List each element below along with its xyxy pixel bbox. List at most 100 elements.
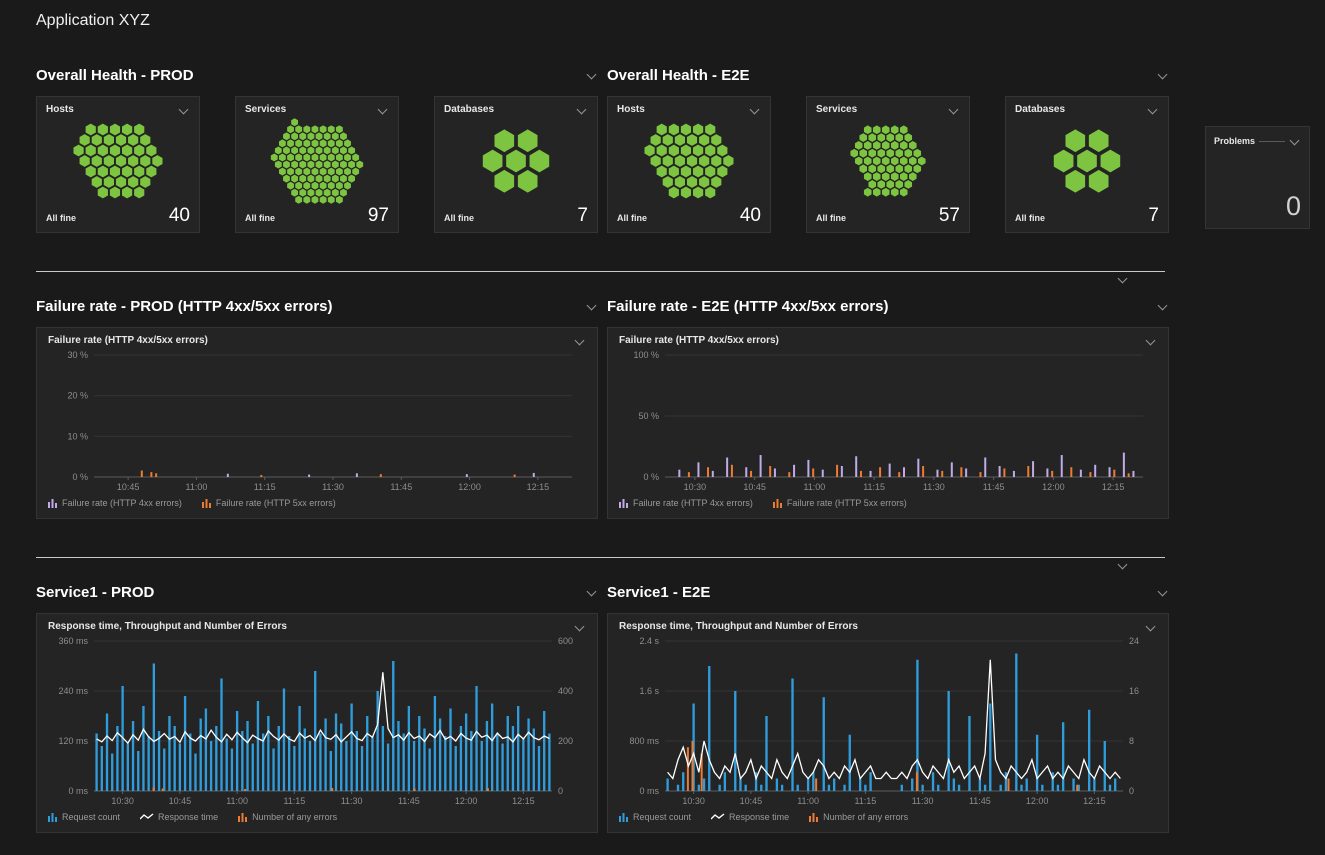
health-tile-databases-prod[interactable]: Databases All fine 7 bbox=[434, 96, 598, 233]
entity-count: 40 bbox=[740, 206, 761, 225]
chart-tile-service-prod[interactable]: Response time, Throughput and Number of … bbox=[36, 613, 598, 833]
service-row: Service1 - PROD Response time, Throughpu… bbox=[0, 581, 1325, 833]
svg-text:11:45: 11:45 bbox=[398, 796, 420, 806]
tile-title: Databases bbox=[444, 104, 494, 115]
tile-title: Databases bbox=[1015, 104, 1065, 115]
failure-row: Failure rate - PROD (HTTP 4xx/5xx errors… bbox=[0, 295, 1325, 519]
svg-text:400: 400 bbox=[558, 686, 573, 696]
entity-count: 40 bbox=[169, 206, 190, 225]
svg-text:11:00: 11:00 bbox=[803, 482, 825, 492]
chevron-down-icon[interactable] bbox=[574, 621, 586, 633]
health-tile-hosts-e2e[interactable]: Hosts All fine 40 bbox=[607, 96, 771, 233]
svg-text:11:30: 11:30 bbox=[322, 482, 344, 492]
chevron-down-icon[interactable] bbox=[586, 586, 598, 598]
health-tile-hosts-prod[interactable]: Hosts All fine 40 bbox=[36, 96, 200, 233]
svg-text:12:00: 12:00 bbox=[1042, 482, 1065, 492]
chevron-down-icon[interactable] bbox=[586, 300, 598, 312]
service-chart-e2e: 2.4 s241.6 s16800 ms80 ms010:3010:4511:0… bbox=[619, 633, 1157, 809]
svg-text:11:30: 11:30 bbox=[341, 796, 363, 806]
svg-text:12:00: 12:00 bbox=[458, 482, 481, 492]
svg-text:12:00: 12:00 bbox=[1026, 796, 1049, 806]
health-tile-databases-e2e[interactable]: Databases All fine 7 bbox=[1005, 96, 1169, 233]
svg-text:1.6 s: 1.6 s bbox=[639, 686, 659, 696]
honeycomb-databases bbox=[1015, 116, 1159, 206]
failure-rate-chart-e2e: 100 %50 %0 %10:3010:4511:0011:1511:3011:… bbox=[619, 347, 1157, 495]
chart-tile-failure-prod[interactable]: Failure rate (HTTP 4xx/5xx errors) 30 %2… bbox=[36, 327, 598, 519]
health-tile-services-prod[interactable]: Services All fine 97 bbox=[235, 96, 399, 233]
problems-divider bbox=[1259, 141, 1285, 142]
svg-text:360 ms: 360 ms bbox=[58, 636, 88, 646]
chevron-down-icon[interactable] bbox=[1157, 69, 1169, 81]
legend-item-4xx: Failure rate (HTTP 4xx errors) bbox=[619, 498, 753, 508]
chevron-down-icon[interactable] bbox=[1117, 273, 1129, 285]
legend-label: Number of any errors bbox=[823, 812, 908, 822]
legend-label: Request count bbox=[62, 812, 120, 822]
svg-text:11:00: 11:00 bbox=[185, 482, 207, 492]
entity-count: 7 bbox=[577, 206, 588, 225]
chevron-down-icon[interactable] bbox=[1157, 586, 1169, 598]
chevron-down-icon[interactable] bbox=[1147, 104, 1159, 116]
chevron-down-icon[interactable] bbox=[1289, 135, 1301, 147]
problems-label: Problems bbox=[1214, 136, 1255, 146]
section-divider bbox=[36, 271, 1289, 287]
honeycomb-services bbox=[245, 116, 389, 206]
svg-text:11:45: 11:45 bbox=[969, 796, 991, 806]
entity-count: 7 bbox=[1148, 206, 1159, 225]
svg-text:0 %: 0 % bbox=[72, 472, 88, 482]
svg-text:11:15: 11:15 bbox=[863, 482, 885, 492]
legend-label: Failure rate (HTTP 5xx errors) bbox=[787, 498, 907, 508]
svg-text:12:15: 12:15 bbox=[527, 482, 550, 492]
svg-text:11:00: 11:00 bbox=[797, 796, 819, 806]
svg-text:0 %: 0 % bbox=[643, 472, 659, 482]
chart-legend: Failure rate (HTTP 4xx errors) Failure r… bbox=[619, 495, 1157, 511]
svg-text:2.4 s: 2.4 s bbox=[639, 636, 659, 646]
chart-tile-service-e2e[interactable]: Response time, Throughput and Number of … bbox=[607, 613, 1169, 833]
section-title-service-prod: Service1 - PROD bbox=[36, 584, 154, 601]
svg-text:11:15: 11:15 bbox=[283, 796, 305, 806]
entity-count: 57 bbox=[939, 206, 960, 225]
legend-item-5xx: Failure rate (HTTP 5xx errors) bbox=[773, 498, 907, 508]
problems-section: Problems 0 bbox=[1205, 64, 1310, 233]
svg-text:12:15: 12:15 bbox=[1102, 482, 1125, 492]
chart-tile-failure-e2e[interactable]: Failure rate (HTTP 4xx/5xx errors) 100 %… bbox=[607, 327, 1169, 519]
chevron-down-icon[interactable] bbox=[1145, 335, 1157, 347]
chart-legend: Failure rate (HTTP 4xx errors) Failure r… bbox=[48, 495, 586, 511]
chevron-down-icon[interactable] bbox=[749, 104, 761, 116]
svg-text:50 %: 50 % bbox=[638, 411, 659, 421]
svg-text:11:30: 11:30 bbox=[912, 796, 934, 806]
chevron-down-icon[interactable] bbox=[948, 104, 960, 116]
legend-item-errors: Number of any errors bbox=[809, 812, 908, 822]
health-tile-services-e2e[interactable]: Services All fine 57 bbox=[806, 96, 970, 233]
problems-tile[interactable]: Problems 0 bbox=[1205, 126, 1310, 229]
svg-text:240 ms: 240 ms bbox=[58, 686, 88, 696]
svg-text:11:45: 11:45 bbox=[983, 482, 1005, 492]
tile-title: Services bbox=[816, 104, 857, 115]
tile-title: Hosts bbox=[46, 104, 74, 115]
svg-text:11:15: 11:15 bbox=[854, 796, 876, 806]
chevron-down-icon[interactable] bbox=[586, 69, 598, 81]
chevron-down-icon[interactable] bbox=[1157, 300, 1169, 312]
chevron-down-icon[interactable] bbox=[574, 335, 586, 347]
bars-icon bbox=[809, 812, 819, 822]
honeycomb-services bbox=[816, 116, 960, 206]
chart-title: Failure rate (HTTP 4xx/5xx errors) bbox=[48, 335, 208, 346]
chevron-down-icon[interactable] bbox=[377, 104, 389, 116]
divider-line bbox=[36, 271, 1165, 272]
problems-count: 0 bbox=[1214, 193, 1301, 220]
line-icon bbox=[711, 812, 725, 822]
chart-title: Response time, Throughput and Number of … bbox=[619, 621, 858, 632]
failure-rate-chart-prod: 30 %20 %10 %0 %10:4511:0011:1511:3011:45… bbox=[48, 347, 586, 495]
chevron-down-icon[interactable] bbox=[576, 104, 588, 116]
chevron-down-icon[interactable] bbox=[1145, 621, 1157, 633]
chevron-down-icon[interactable] bbox=[178, 104, 190, 116]
svg-text:10:30: 10:30 bbox=[684, 482, 707, 492]
status-label: All fine bbox=[816, 213, 846, 225]
svg-text:0 ms: 0 ms bbox=[639, 786, 659, 796]
svg-text:11:30: 11:30 bbox=[923, 482, 945, 492]
chevron-down-icon[interactable] bbox=[1117, 559, 1129, 571]
divider-line bbox=[36, 557, 1165, 558]
status-label: All fine bbox=[444, 213, 474, 225]
legend-item-requests: Request count bbox=[48, 812, 120, 822]
bars-icon bbox=[238, 812, 248, 822]
tile-title: Services bbox=[245, 104, 286, 115]
